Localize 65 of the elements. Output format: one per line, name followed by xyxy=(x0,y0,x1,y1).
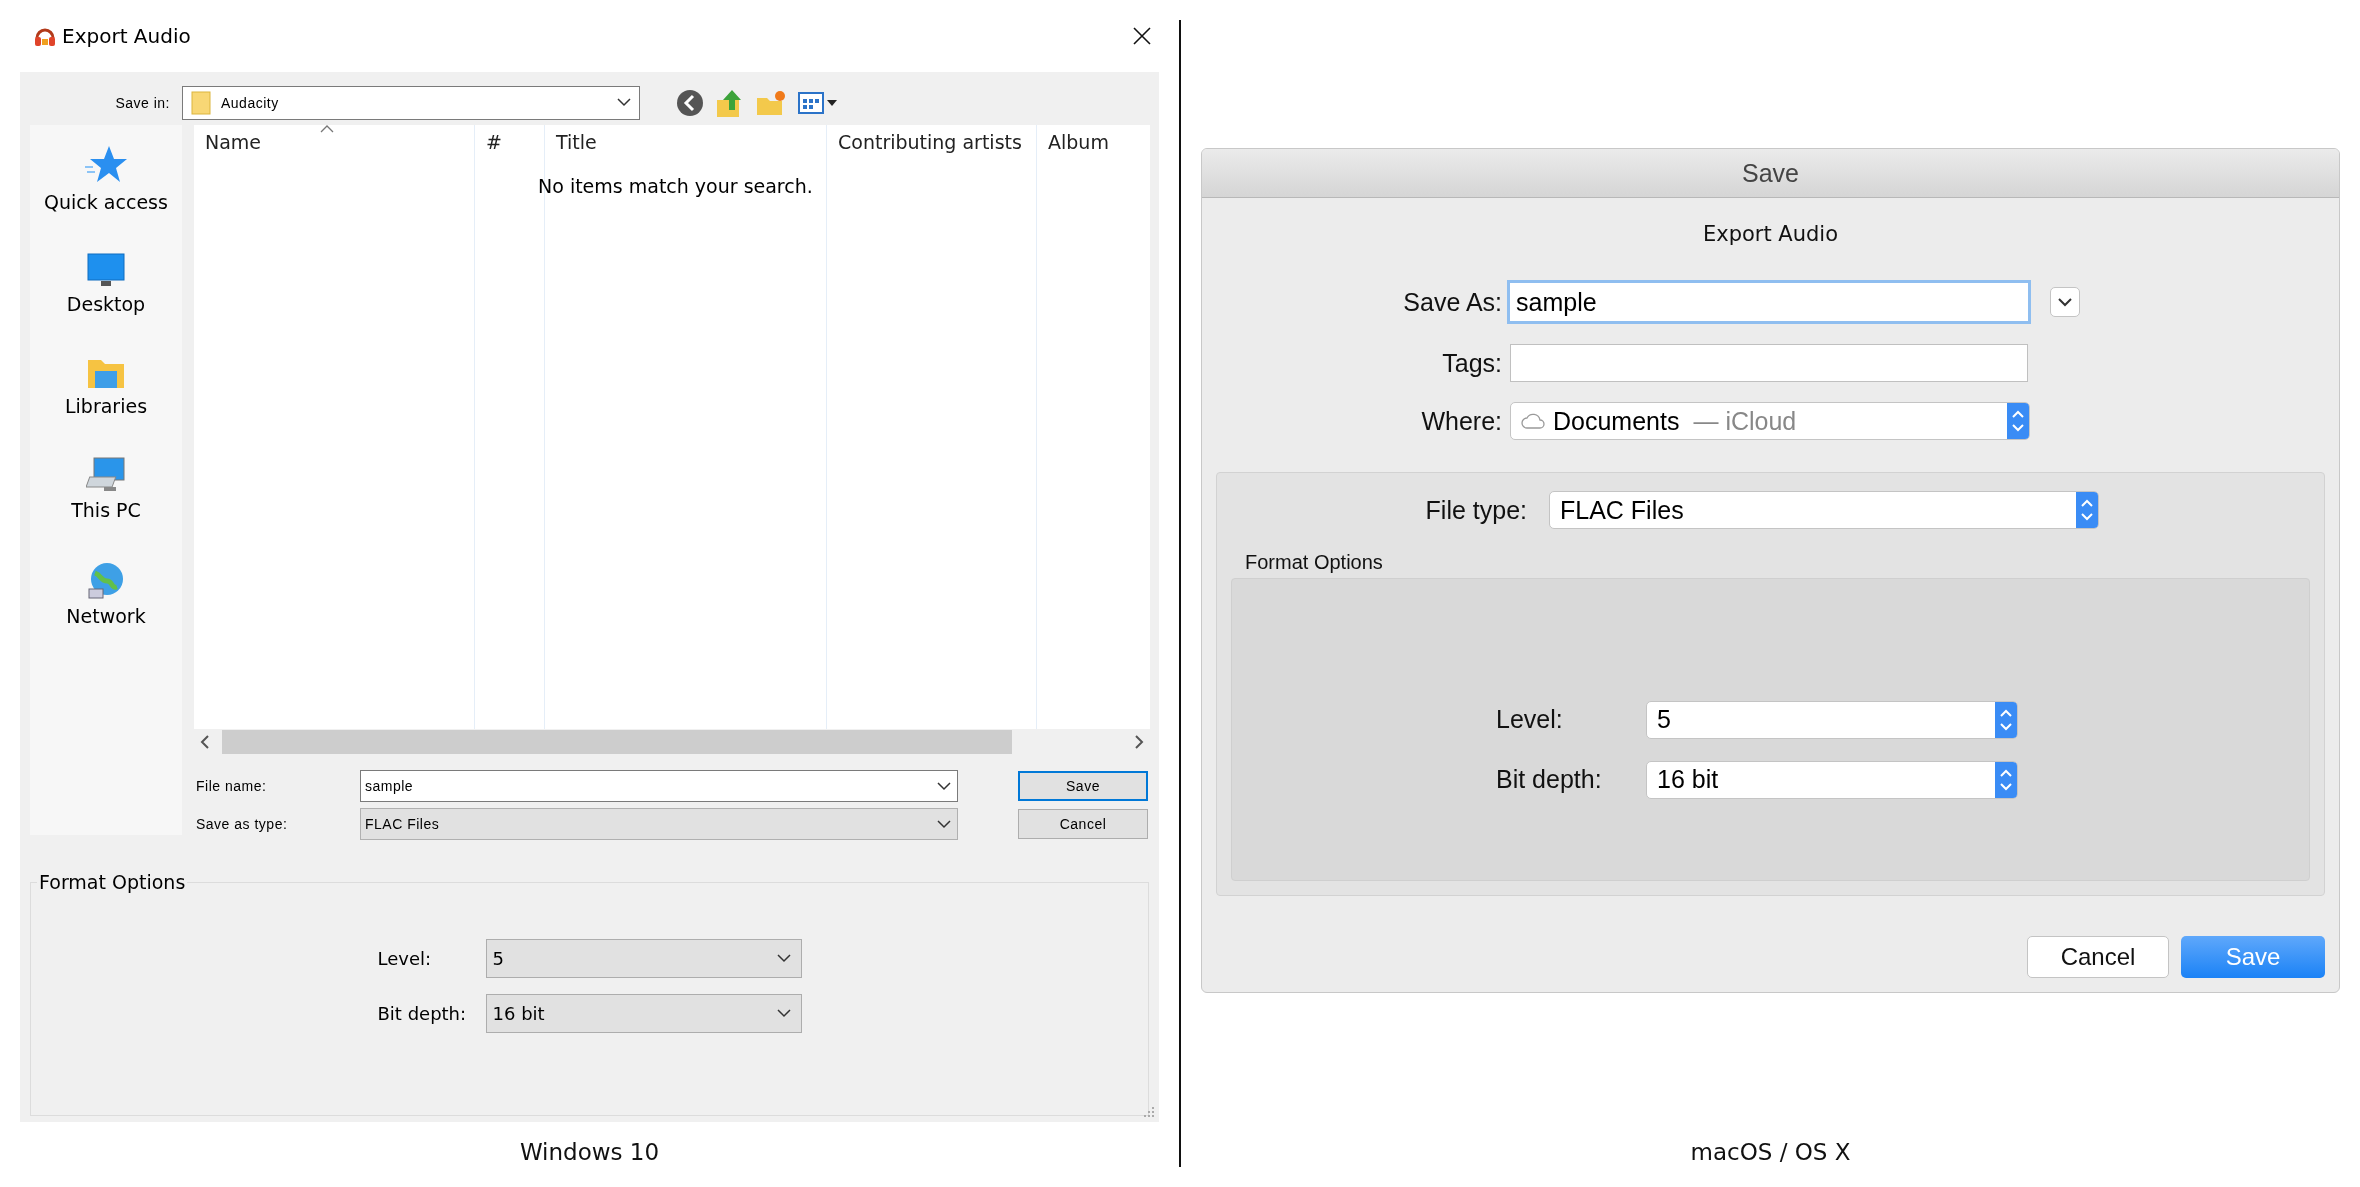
globe-icon xyxy=(87,561,125,599)
dialog-heading: Export Audio xyxy=(1702,222,1839,246)
column-header[interactable]: # xyxy=(486,131,502,153)
chevron-down-icon xyxy=(776,1009,791,1018)
save-in-label: Save in: xyxy=(114,94,171,111)
field-label: File name: xyxy=(195,778,268,794)
sort-caret-icon xyxy=(320,125,334,133)
sidebar-item[interactable]: Libraries xyxy=(64,355,148,417)
dialog-button[interactable]: Cancel xyxy=(1018,809,1148,839)
chevron-down-icon xyxy=(2058,297,2072,307)
option-label: Bit depth: xyxy=(1496,765,1603,794)
sidebar-item[interactable]: Network xyxy=(66,561,146,627)
option-popup[interactable]: 16 bit xyxy=(1646,760,2018,799)
window-title: Export Audio xyxy=(62,24,192,48)
stepper-icon xyxy=(1995,761,2017,798)
file-type-popup[interactable]: FLAC Files xyxy=(1549,491,2099,529)
figure-caption: Windows 10 xyxy=(519,1138,660,1165)
option-label: Level: xyxy=(377,948,433,969)
sidebar-item[interactable]: This PC xyxy=(71,457,141,521)
chevron-down-icon xyxy=(776,954,791,963)
stepper-icon xyxy=(2007,403,2029,439)
column-header[interactable]: Title xyxy=(556,131,597,153)
expand-button[interactable] xyxy=(2050,287,2080,317)
dialog-button[interactable]: Cancel xyxy=(2027,936,2169,978)
back-button[interactable] xyxy=(676,88,704,117)
sidebar-item[interactable]: Quick access xyxy=(44,145,168,213)
field-label: Where: xyxy=(1420,406,1503,436)
location-popup[interactable]: Documents — iCloud xyxy=(1510,402,2030,440)
chevron-down-icon xyxy=(617,98,631,107)
monitor-icon xyxy=(87,253,125,287)
stepper-icon xyxy=(2076,492,2098,528)
stepper-icon xyxy=(1995,701,2017,738)
option-popup[interactable]: 5 xyxy=(1646,700,2018,739)
option-dropdown[interactable]: 16 bit xyxy=(485,994,802,1033)
scrollbar-thumb[interactable] xyxy=(222,730,1012,754)
star-icon xyxy=(85,145,127,185)
field-label: Save as type: xyxy=(195,816,289,832)
option-label: Bit depth: xyxy=(377,1003,468,1024)
filename-combo[interactable]: sample xyxy=(360,770,958,802)
computer-icon xyxy=(86,457,126,493)
option-dropdown[interactable]: 5 xyxy=(485,939,802,978)
column-header[interactable]: Name xyxy=(205,131,262,153)
chevron-down-icon xyxy=(937,781,951,791)
column-header[interactable]: Album xyxy=(1048,131,1109,153)
column-header[interactable]: Contributing artists xyxy=(838,131,1022,153)
tags-field[interactable] xyxy=(1510,344,2028,382)
empty-message: No items match your search. xyxy=(538,175,813,197)
field-label: Tags: xyxy=(1441,348,1503,378)
folder-icon xyxy=(191,90,211,115)
group-title: Format Options xyxy=(38,871,187,893)
group-title: Format Options xyxy=(1245,551,1384,574)
filename-combo[interactable]: FLAC Files xyxy=(360,808,958,840)
view-menu-button[interactable] xyxy=(798,90,838,115)
sidebar-item[interactable]: Desktop xyxy=(66,253,146,315)
figure-caption: macOS / OS X xyxy=(1690,1138,1851,1165)
option-label: Level: xyxy=(1496,705,1564,734)
dialog-button[interactable]: Save xyxy=(1018,771,1148,801)
resize-grip-icon[interactable] xyxy=(1143,1106,1155,1118)
save-as-field[interactable]: sample xyxy=(1507,280,2031,324)
save-in-dropdown[interactable]: Audacity xyxy=(182,85,640,120)
field-label: Save As: xyxy=(1402,287,1503,317)
cloud-icon xyxy=(1521,413,1545,429)
field-label: File type: xyxy=(1424,495,1528,525)
title-bar: Save xyxy=(1202,149,2339,198)
chevron-down-icon xyxy=(937,819,951,829)
